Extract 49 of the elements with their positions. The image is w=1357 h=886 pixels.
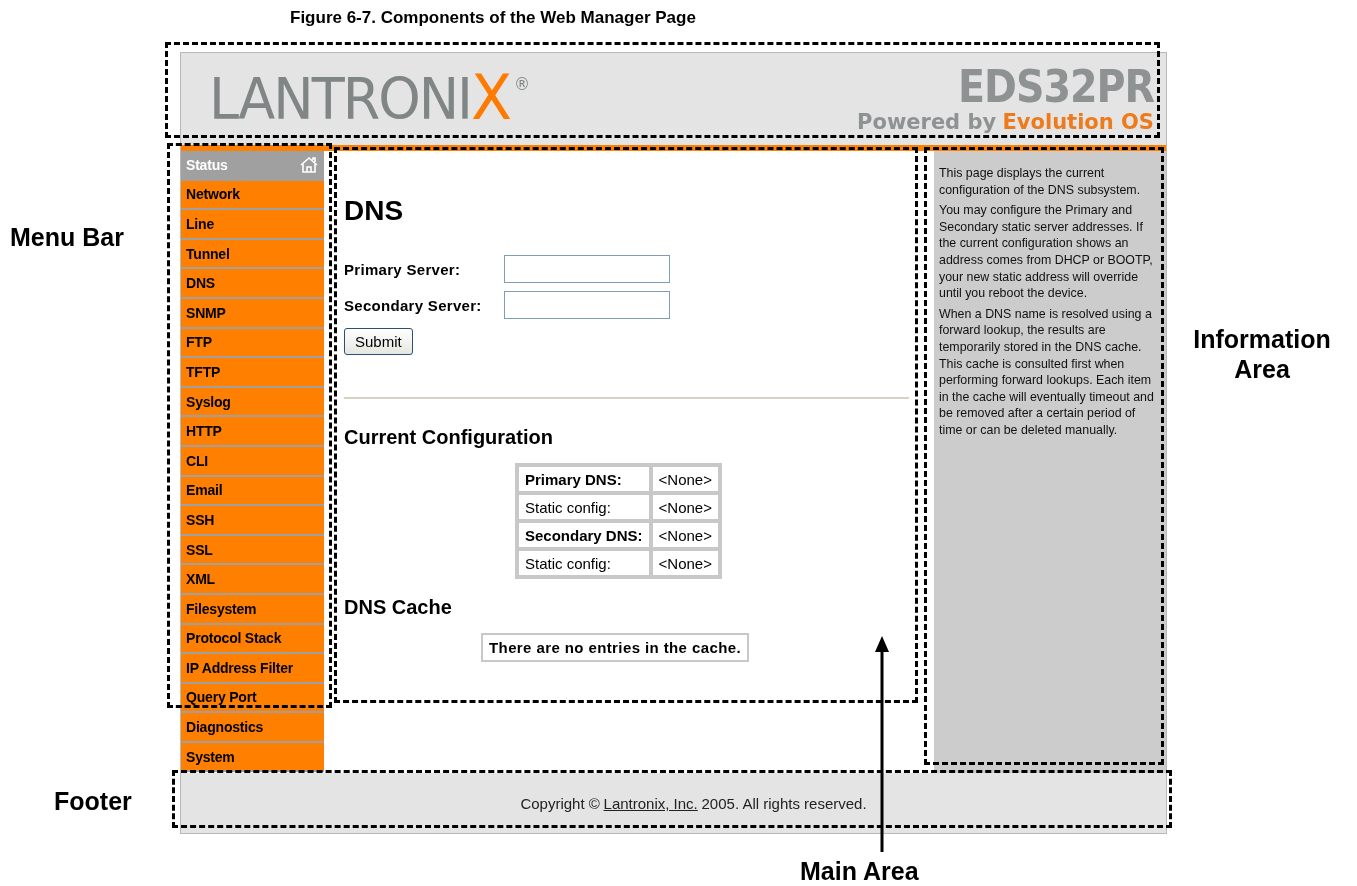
menu-item[interactable]: Line — [181, 210, 324, 240]
help-text: This page displays the current configuration of the DNS subsystem. — [939, 165, 1142, 199]
copyright-text: Copyright © Lantronix, Inc. 2005. All rights reserved. — [520, 794, 867, 812]
table-cell: <None> — [650, 493, 720, 521]
figure-caption: Figure 6-7. Components of the Web Manager Page — [290, 8, 697, 28]
menu-item[interactable]: Protocol Stack — [181, 624, 324, 655]
section-heading: Current Configuration — [344, 425, 554, 449]
page-title: DNS — [344, 195, 405, 227]
table-cell: <None> — [650, 549, 720, 577]
menu-item[interactable]: Syslog — [181, 387, 324, 418]
table-cell: <None> — [650, 465, 720, 493]
company-link[interactable]: Lantronix, Inc. — [603, 794, 698, 812]
table-cell: Static config: — [517, 549, 651, 577]
menu-item[interactable]: TFTP — [181, 358, 324, 388]
table-cell: Static config: — [517, 493, 651, 521]
help-text: When a DNS name is resolved using a forward lookup, the results are temporarily stored in the DNS cache. This cache is consulted first when performing forward lookups. Each item in the cache will eventually timeout and be removed after a certain period of time or can be deleted manually. — [939, 305, 1155, 439]
menu-item[interactable]: Network — [181, 180, 324, 211]
field-label: Primary Server: — [344, 260, 462, 278]
menu-item[interactable]: DNS — [181, 269, 324, 299]
text-field[interactable] — [504, 255, 670, 283]
product-tagline: Powered by Evolution OS — [857, 109, 1154, 135]
menu-item[interactable]: Filesystem — [181, 594, 324, 625]
menu-item[interactable]: SSL — [181, 535, 324, 566]
menu-item[interactable]: IP Address Filter — [181, 654, 324, 684]
menu-item[interactable]: Email — [181, 476, 324, 507]
empty-cache-message: There are no entries in the cache. — [481, 633, 750, 662]
text-field[interactable] — [504, 291, 670, 319]
callout-label: Footer — [54, 786, 132, 816]
table-cell: <None> — [650, 521, 720, 549]
menu-item[interactable]: Tunnel — [181, 239, 324, 270]
menu-item[interactable]: SNMP — [181, 298, 324, 329]
menu-item[interactable]: Diagnostics — [181, 713, 324, 743]
section-heading: DNS Cache — [344, 595, 453, 619]
home-icon — [299, 155, 319, 174]
callout-label: Main Area — [800, 856, 919, 886]
menu-item[interactable]: HTTP — [181, 417, 324, 447]
menu-item[interactable]: XML — [181, 565, 324, 595]
menu-item[interactable]: FTP — [181, 328, 324, 359]
table-cell: Primary DNS: — [517, 465, 651, 493]
table-cell: Secondary DNS: — [517, 521, 651, 549]
callout-label: Menu Bar — [10, 222, 124, 252]
submit-button[interactable]: Submit — [344, 328, 413, 355]
brand-logo: LANTRONIX$^{®}$ — [209, 60, 531, 134]
help-text: You may configure the Primary and Secondary static server addresses. If the current configuration shows an address comes from DHCP or BOOTP, your new static address will override until you reboot the device. — [939, 202, 1154, 302]
menu-item[interactable]: SSH — [181, 506, 324, 536]
menu-item[interactable]: CLI — [181, 446, 324, 477]
product-name: EDS32PR — [958, 65, 1154, 109]
field-label: Secondary Server: — [344, 296, 483, 314]
callout-label: Information Area — [1192, 324, 1332, 384]
